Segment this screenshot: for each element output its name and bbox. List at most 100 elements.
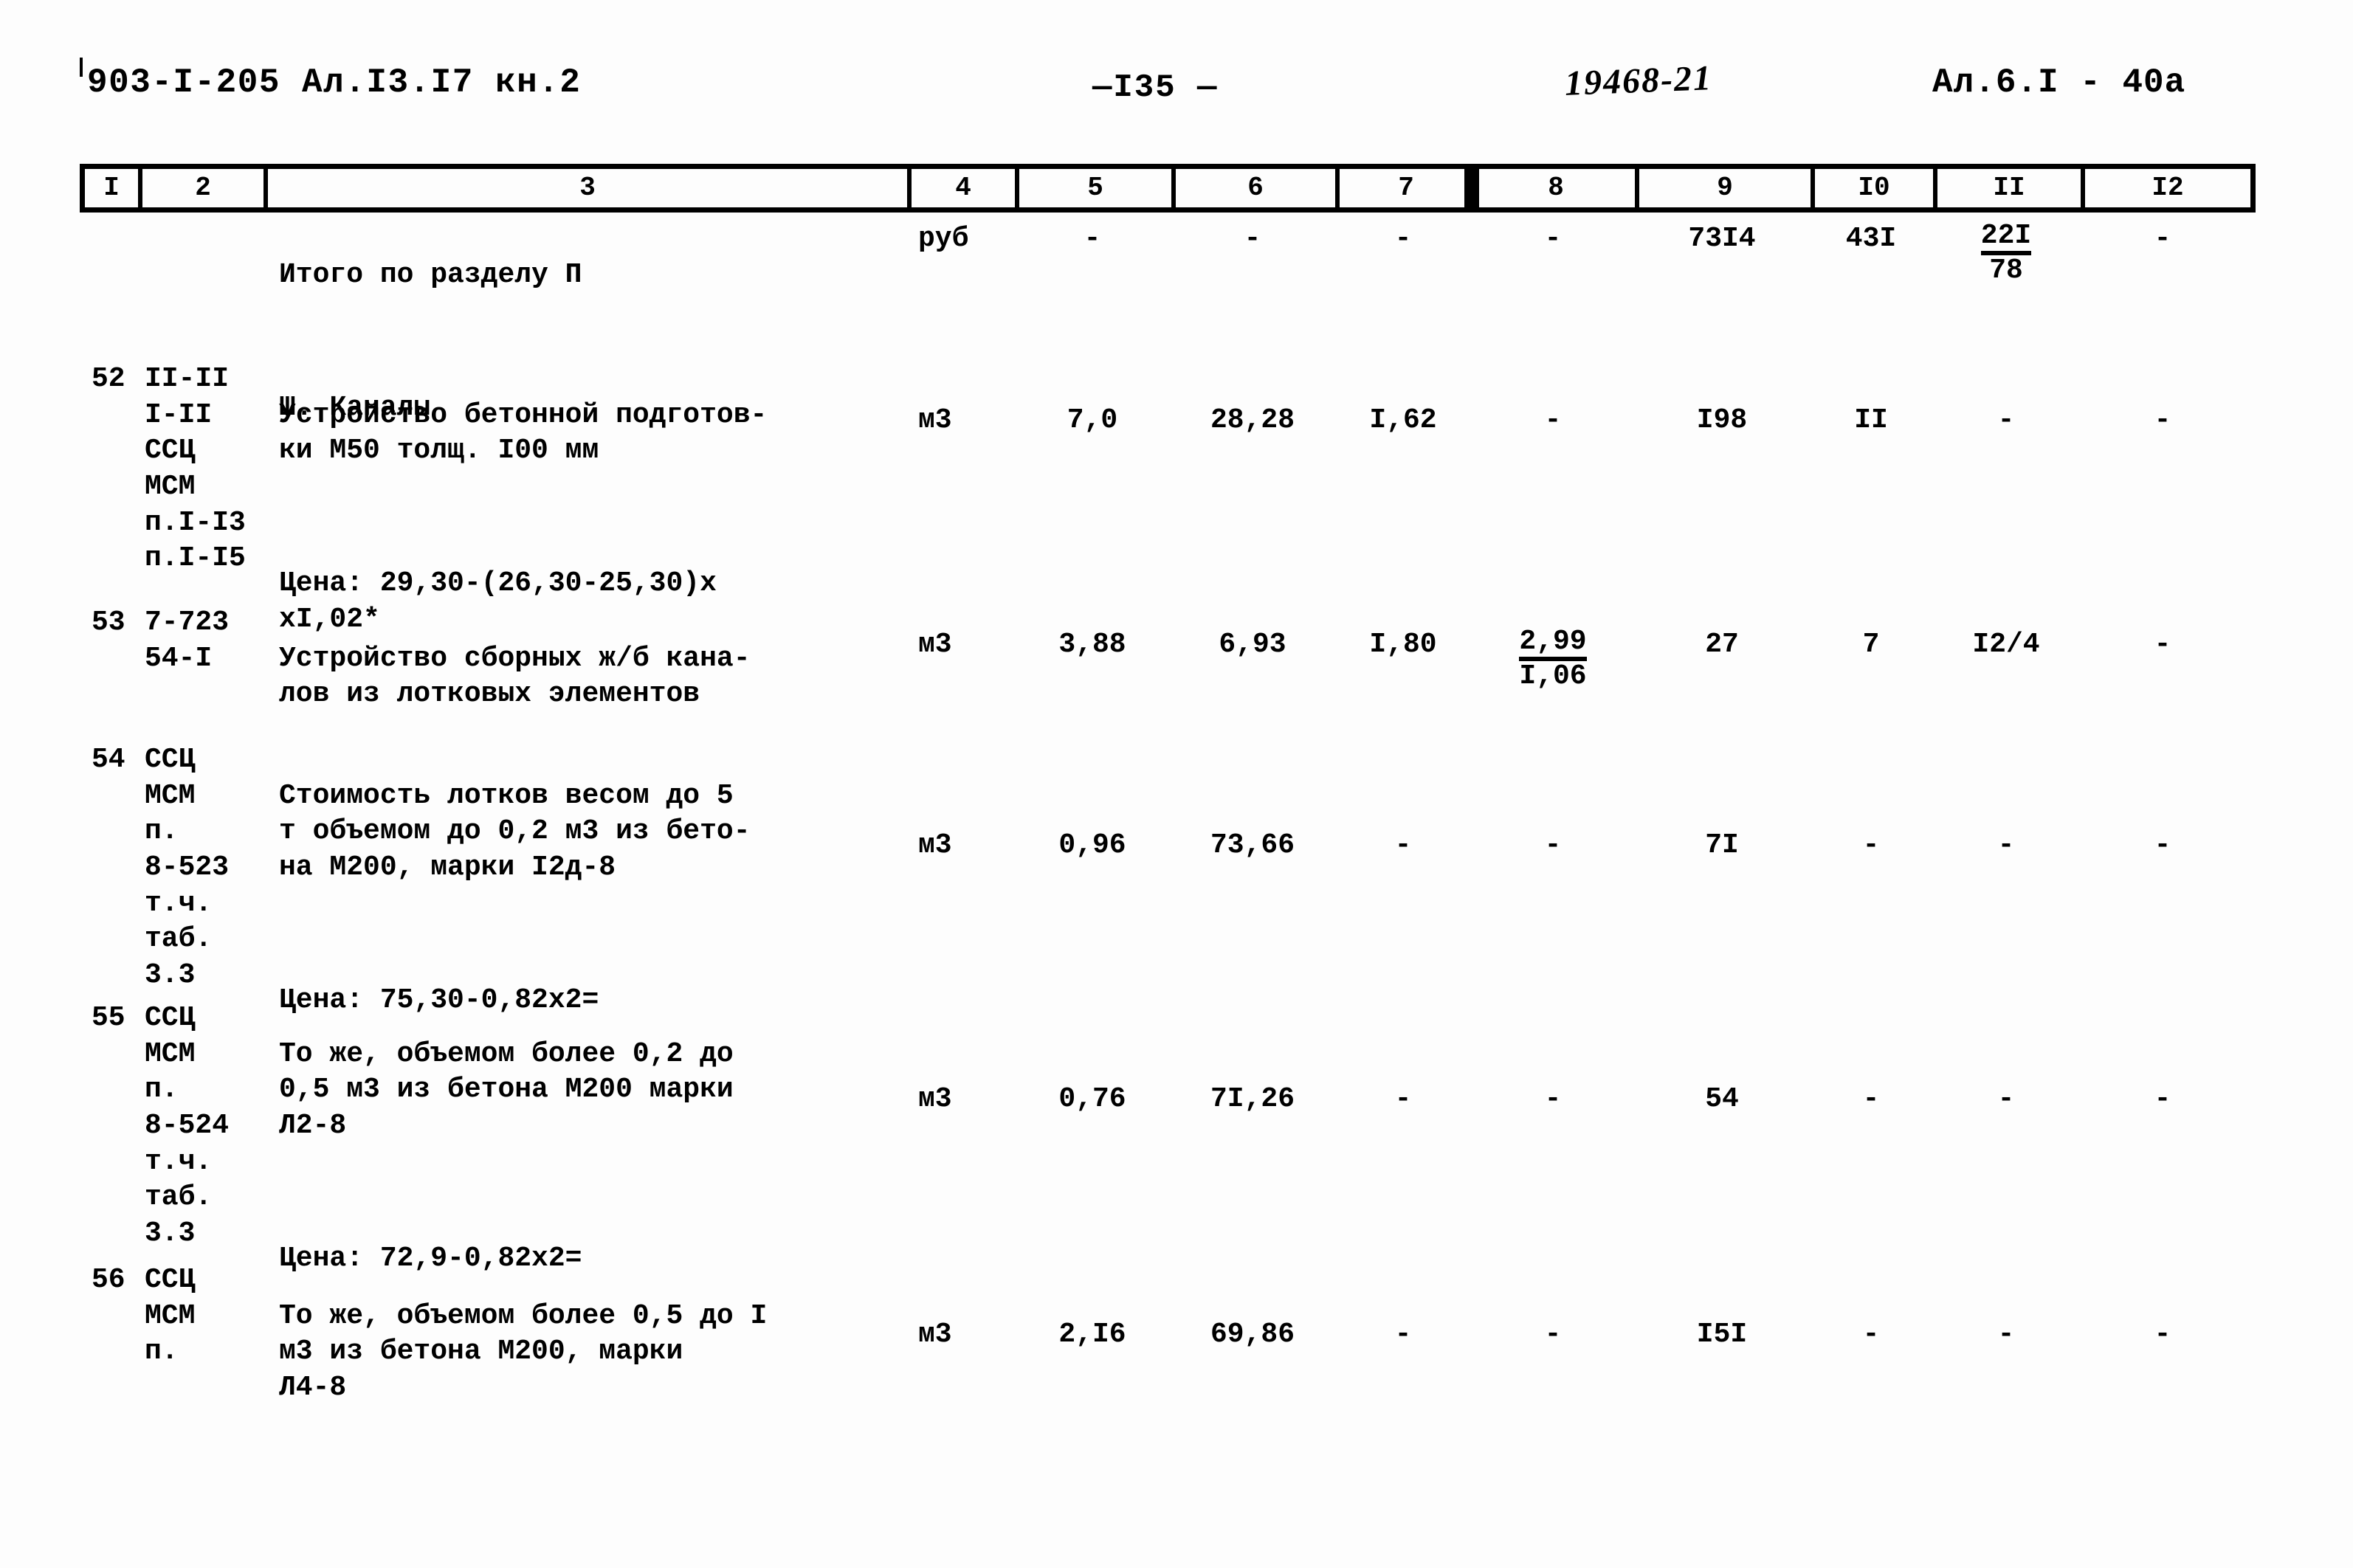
row-col8: - <box>1544 829 1562 861</box>
column-header-1: I <box>85 169 142 207</box>
row-col8: - <box>1544 1083 1562 1115</box>
row-col11: I2/4 <box>1972 629 2040 660</box>
page-header: 903-I-205 Ал.I3.I7 кн.2 —I35 — 19468-21 … <box>0 58 2353 115</box>
row-col11: - <box>1997 1319 2015 1350</box>
row-unit: м3 <box>918 1319 952 1350</box>
fraction-denominator: 78 <box>1980 250 2032 286</box>
row-col7: - <box>1394 1083 1412 1115</box>
row-description-main: То же, объемом более 0,5 до I м3 из бето… <box>279 1299 768 1403</box>
row-col8: - <box>1544 1319 1562 1350</box>
column-header-10: I0 <box>1815 169 1937 207</box>
row-col7: I,80 <box>1369 629 1437 660</box>
row-col8: 2,99 I,06 <box>1472 605 1634 695</box>
row-description: То же, объемом более 0,5 до I м3 из бето… <box>263 1263 906 1442</box>
row-number: 53 <box>92 607 125 638</box>
column-header-3: 3 <box>268 169 912 207</box>
row-col11: - <box>1997 404 2015 436</box>
row-col8: - <box>1544 404 1562 436</box>
row-col9: 54 <box>1705 1083 1739 1115</box>
row-col7: I,62 <box>1369 404 1437 436</box>
row-description-main: Устройство бетонной подготов- ки М50 тол… <box>279 398 768 467</box>
row-code: II-II I-II ССЦ МСМ п.I-I3 п.I-I5 <box>145 363 246 575</box>
row-col5: - <box>1084 223 1101 255</box>
row-col12: - <box>2154 629 2171 660</box>
fraction-numerator: 22I <box>1980 220 2032 252</box>
page-number: —I35 — <box>1092 69 1219 106</box>
row-unit: руб <box>918 223 969 255</box>
row-unit: м3 <box>918 1083 952 1115</box>
column-header-9: 9 <box>1639 169 1815 207</box>
row-unit: м3 <box>918 629 952 660</box>
row-col6: - <box>1244 223 1261 255</box>
row-code: ССЦ МСМ п. <box>145 1264 196 1368</box>
row-unit: м3 <box>918 829 952 861</box>
row-col5: 7,0 <box>1067 404 1118 436</box>
table-row: 52 II-II I-II ССЦ МСМ п.I-I3 п.I-I5 Устр… <box>80 362 2256 635</box>
column-header-11: II <box>1937 169 2085 207</box>
row-number: 56 <box>92 1264 125 1296</box>
row-col12: - <box>2154 1083 2171 1115</box>
column-header-6: 6 <box>1176 169 1340 207</box>
column-header-2: 2 <box>142 169 268 207</box>
column-header-4: 4 <box>912 169 1019 207</box>
fraction-value: 22I 78 <box>1980 220 2032 286</box>
row-col12: - <box>2154 404 2171 436</box>
row-col9: I5I <box>1696 1319 1748 1350</box>
row-col9: 73I4 <box>1688 223 1756 255</box>
row-description-main: То же, объемом более 0,2 до 0,5 м3 из бе… <box>279 1037 734 1142</box>
row-col10: 43I <box>1845 223 1897 255</box>
row-col7: - <box>1394 223 1412 255</box>
row-col10: - <box>1862 1319 1880 1350</box>
row-col9: 27 <box>1705 629 1739 660</box>
column-header-7: 7 <box>1340 169 1477 207</box>
handwritten-number: 19468-21 <box>1564 58 1713 103</box>
fraction-denominator: I,06 <box>1519 656 1587 691</box>
row-description-main: Стоимость лотков весом до 5 т объемом до… <box>279 779 751 883</box>
row-col6: 6,93 <box>1219 629 1286 660</box>
row-description-main: Устройство сборных ж/б кана- лов из лотк… <box>279 642 751 711</box>
row-code: ССЦ МСМ п. 8-523 т.ч. таб. 3.3 <box>145 744 230 991</box>
row-description-main: Итого по разделу П <box>279 258 582 291</box>
row-col5: 0,96 <box>1058 829 1126 861</box>
row-col10: II <box>1854 404 1888 436</box>
row-number: 54 <box>92 744 125 776</box>
row-col6: 69,86 <box>1210 1319 1295 1350</box>
column-header-5: 5 <box>1019 169 1176 207</box>
row-col10: - <box>1862 829 1880 861</box>
row-col10: 7 <box>1862 629 1880 660</box>
row-col11: 22I 78 <box>1932 221 2080 289</box>
header-tick-mark <box>80 58 83 77</box>
table-row: 56 ССЦ МСМ п. То же, объемом более 0,5 д… <box>80 1263 2256 1440</box>
row-col12: - <box>2154 223 2171 255</box>
column-number-band: I 2 3 4 5 6 7 8 9 I0 II I2 <box>80 164 2256 213</box>
sheet-code: Ал.6.I - 40а <box>1932 63 2186 102</box>
row-col8: - <box>1544 223 1562 255</box>
table-row: 54 ССЦ МСМ п. 8-523 т.ч. таб. 3.3 Стоимо… <box>80 742 2256 1016</box>
table-row: 55 ССЦ МСМ п. 8-524 т.ч. таб. 3.3 То же,… <box>80 1001 2256 1274</box>
row-col9: 7I <box>1705 829 1739 861</box>
column-header-8: 8 <box>1464 166 1639 209</box>
document-code: 903-I-205 Ал.I3.I7 кн.2 <box>87 63 582 102</box>
document-page: 903-I-205 Ал.I3.I7 кн.2 —I35 — 19468-21 … <box>0 0 2353 1568</box>
row-col5: 3,88 <box>1058 629 1126 660</box>
table-body: Итого по разделу П Ш. Каналы руб - - - -… <box>80 221 2256 1440</box>
row-code: 7-723 54-I <box>145 607 230 674</box>
row-col5: 0,76 <box>1058 1083 1126 1115</box>
row-description: Устройство сборных ж/б кана- лов из лотк… <box>263 605 906 749</box>
row-code: ССЦ МСМ п. 8-524 т.ч. таб. 3.3 <box>145 1002 230 1249</box>
fraction-value: 2,99 I,06 <box>1519 626 1587 691</box>
fraction-numerator: 2,99 <box>1519 626 1587 657</box>
row-col6: 7I,26 <box>1210 1083 1295 1115</box>
row-col12: - <box>2154 829 2171 861</box>
row-number: 55 <box>92 1002 125 1034</box>
column-header-12: I2 <box>2152 172 2184 203</box>
row-col5: 2,I6 <box>1058 1319 1126 1350</box>
table-row: 53 7-723 54-I Устройство сборных ж/б кан… <box>80 605 2256 742</box>
row-unit: м3 <box>918 404 952 436</box>
table-row: Итого по разделу П Ш. Каналы руб - - - -… <box>80 221 2256 424</box>
row-col11: - <box>1997 1083 2015 1115</box>
